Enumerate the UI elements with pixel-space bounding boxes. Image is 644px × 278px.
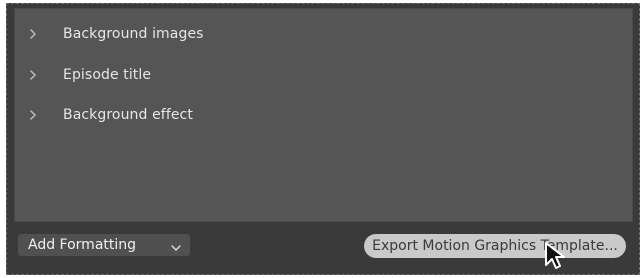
group-label: Background effect [63, 107, 193, 123]
group-label: Background images [63, 26, 204, 42]
chevron-down-icon [170, 240, 182, 256]
chevron-right-icon[interactable] [15, 110, 49, 120]
group-background-effect[interactable]: Background effect [15, 100, 632, 130]
group-episode-title[interactable]: Episode title [15, 60, 632, 90]
panel-footer: Add Formatting Export Motion Graphics Te… [14, 225, 633, 267]
properties-panel: Background images Episode title Backgrou… [14, 8, 633, 222]
chevron-right-icon[interactable] [15, 29, 49, 39]
chevron-right-icon[interactable] [15, 70, 49, 80]
dropdown-label: Add Formatting [28, 237, 137, 253]
group-background-images[interactable]: Background images [15, 19, 632, 49]
add-formatting-dropdown[interactable]: Add Formatting [18, 234, 190, 256]
group-label: Episode title [63, 67, 152, 83]
mouse-pointer-icon [543, 241, 569, 271]
export-motion-graphics-template-button[interactable]: Export Motion Graphics Template... [364, 234, 626, 258]
